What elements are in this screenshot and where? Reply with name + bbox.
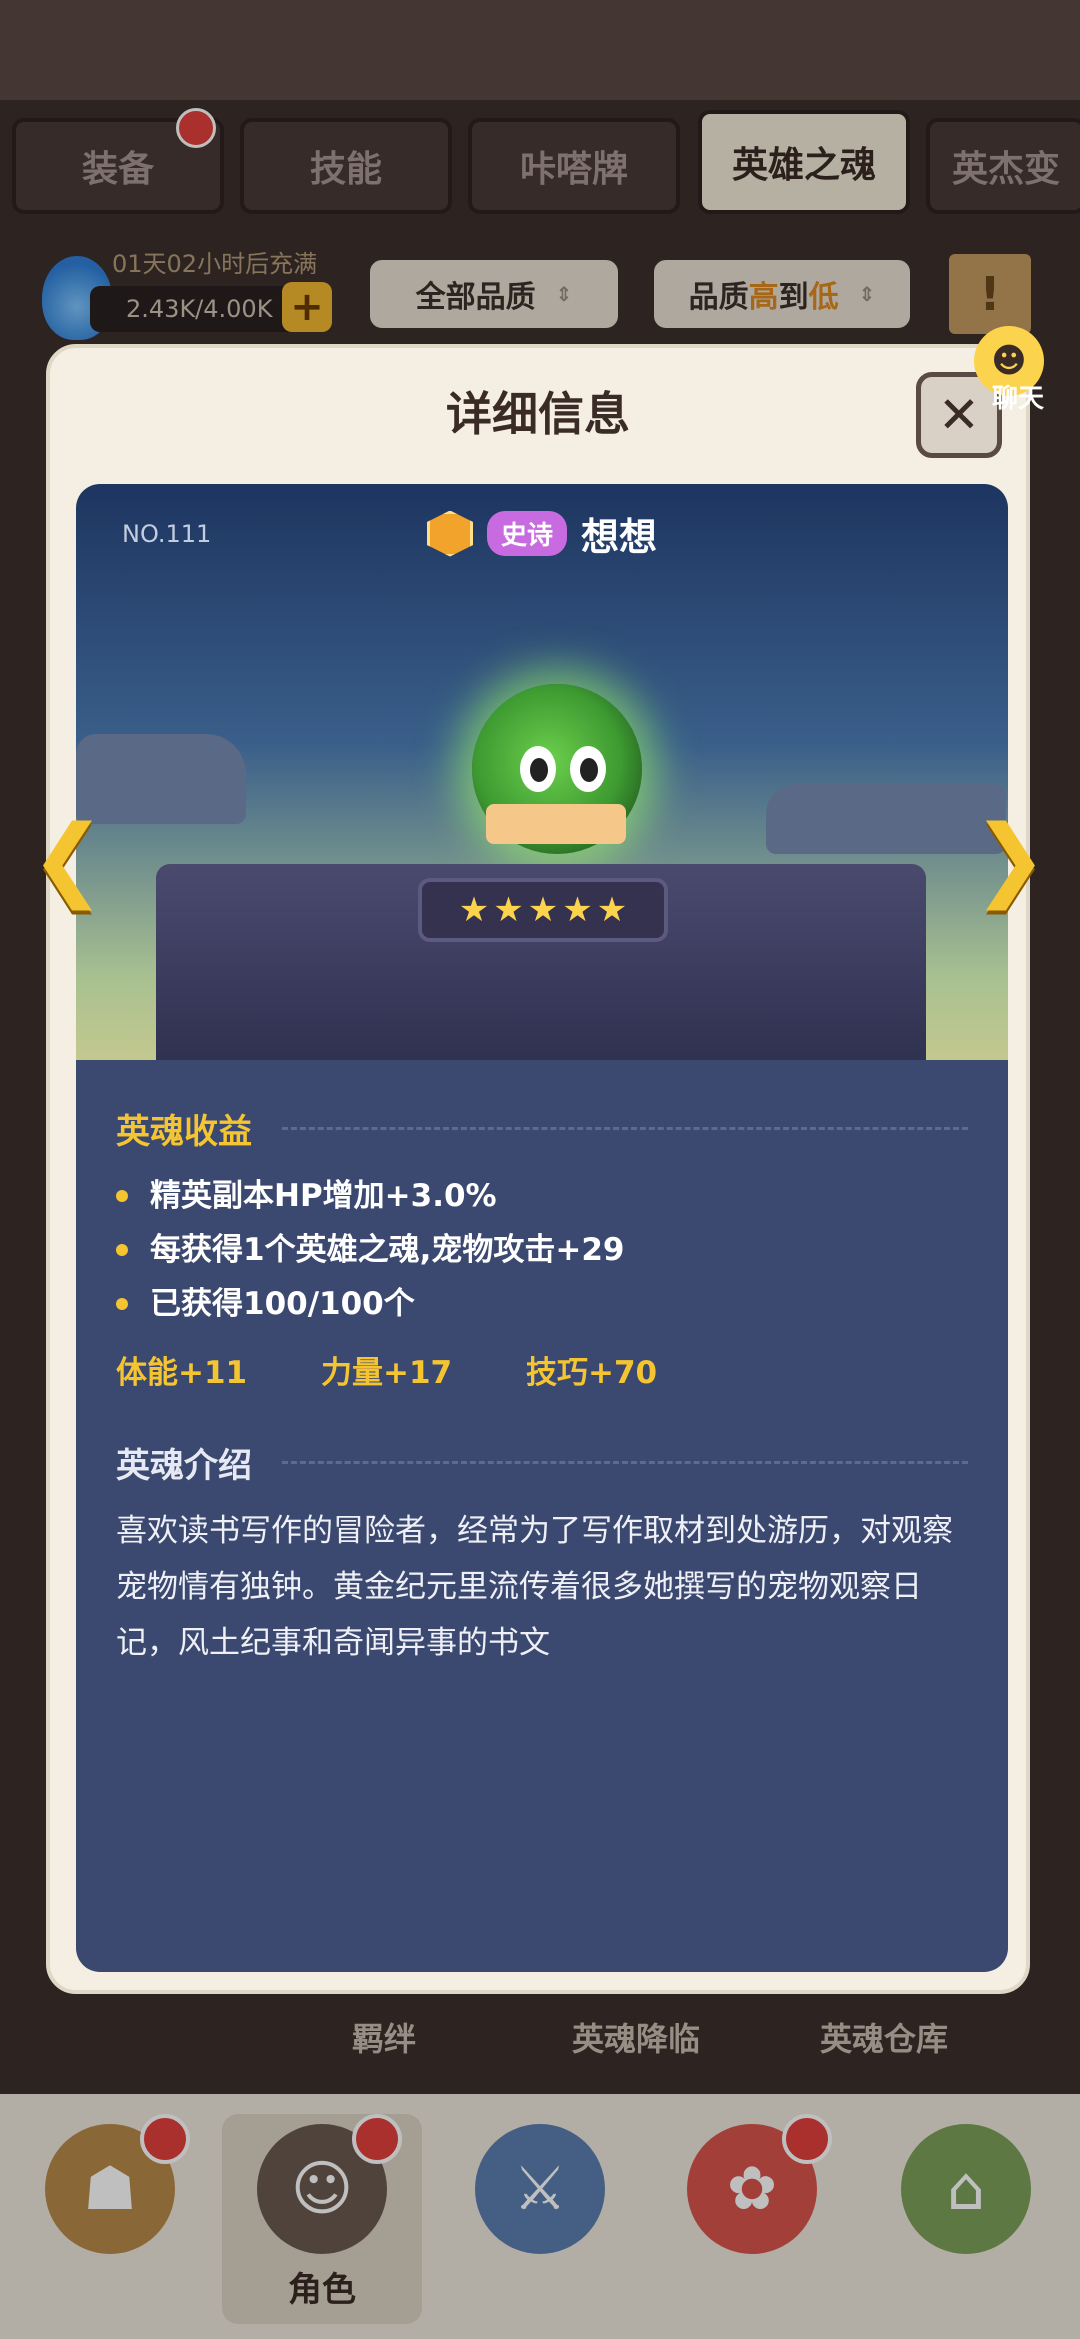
star-icon: ★ (562, 890, 593, 930)
benefits-list: 精英副本HP增加+3.0% 每获得1个英雄之魂,宠物攻击+29 已获得100/1… (116, 1169, 968, 1331)
hero-name: 想想 (581, 515, 658, 559)
bullet-icon (116, 1244, 128, 1256)
stat-strength: 力量+17 (321, 1355, 453, 1391)
class-hex-icon (426, 510, 473, 557)
prev-hero-button[interactable]: ❮ (20, 800, 116, 916)
star-icon: ★ (527, 890, 559, 930)
list-item: 每获得1个英雄之魂,宠物攻击+29 (116, 1223, 968, 1277)
intro-text: 喜欢读书写作的冒险者，经常为了写作取材到处游历，对观察宠物情有独钟。黄金纪元里流… (116, 1513, 953, 1661)
intro-header: 英魂介绍 (116, 1438, 968, 1487)
divider (282, 1461, 968, 1464)
star-icon: ★ (493, 890, 524, 930)
hero-art-panel: NO.111 史诗 想想 ★ ★ ★ ★ ★ (76, 484, 1008, 1064)
list-item: 精英副本HP增加+3.0% (116, 1169, 968, 1223)
info-panel: 英魂收益 精英副本HP增加+3.0% 每获得1个英雄之魂,宠物攻击+29 已获得… (76, 1060, 1008, 1972)
star-rating: ★ ★ ★ ★ ★ (418, 878, 668, 942)
benefits-header: 英魂收益 (116, 1104, 968, 1153)
list-item: 已获得100/100个 (116, 1277, 968, 1331)
hero-detail-modal: 详细信息 ✕ NO.111 史诗 想想 ★ ★ ★ ★ ★ 英魂收益 精英副本H… (46, 344, 1030, 1994)
stat-skill: 技巧+70 (526, 1355, 658, 1391)
next-hero-button[interactable]: ❯ (962, 800, 1058, 916)
stat-stamina: 体能+11 (116, 1355, 248, 1391)
intro-title: 英魂介绍 (116, 1446, 252, 1486)
benefits-title: 英魂收益 (116, 1112, 252, 1152)
hero-title-row: 史诗 想想 (76, 506, 1008, 561)
bullet-icon (116, 1298, 128, 1310)
eye (570, 746, 606, 792)
divider (282, 1127, 968, 1130)
eye (520, 746, 556, 792)
modal-title: 详细信息 (446, 387, 630, 441)
stats-row: 体能+11 力量+17 技巧+70 (116, 1347, 968, 1392)
rarity-badge: 史诗 (486, 511, 567, 556)
chat-label: 聊天 (992, 384, 1045, 414)
book-icon (486, 804, 626, 844)
star-icon: ★ (458, 890, 490, 930)
star-icon: ★ (596, 890, 628, 930)
bullet-icon (116, 1190, 128, 1202)
